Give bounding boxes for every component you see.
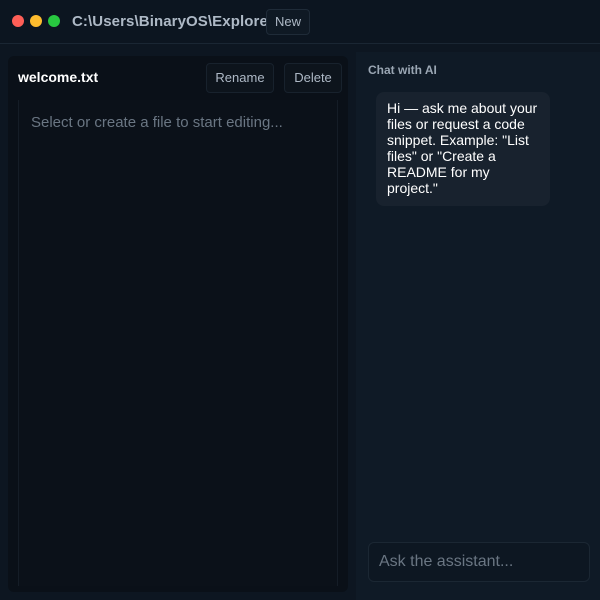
editor-textarea[interactable]: Select or create a file to start editing… <box>18 100 338 586</box>
delete-button[interactable]: Delete <box>284 63 342 93</box>
new-file-button[interactable]: New <box>266 9 310 35</box>
title-bar: C:\Users\BinaryOS\Explorer New <box>0 0 600 44</box>
open-file-name: welcome.txt <box>18 69 99 85</box>
close-window-button[interactable] <box>12 15 24 27</box>
maximize-window-button[interactable] <box>48 15 60 27</box>
chat-title: Chat with AI <box>368 63 437 77</box>
current-path: C:\Users\BinaryOS\Explorer <box>72 13 274 30</box>
minimize-window-button[interactable] <box>30 15 42 27</box>
assistant-message: Hi — ask me about your files or request … <box>376 92 550 206</box>
editor-panel: welcome.txt Rename Delete Select or crea… <box>8 56 348 592</box>
editor-placeholder: Select or create a file to start editing… <box>31 114 283 131</box>
chat-input[interactable] <box>368 542 590 582</box>
chat-panel: Chat with AI Hi — ask me about your file… <box>356 52 600 600</box>
rename-button[interactable]: Rename <box>206 63 274 93</box>
